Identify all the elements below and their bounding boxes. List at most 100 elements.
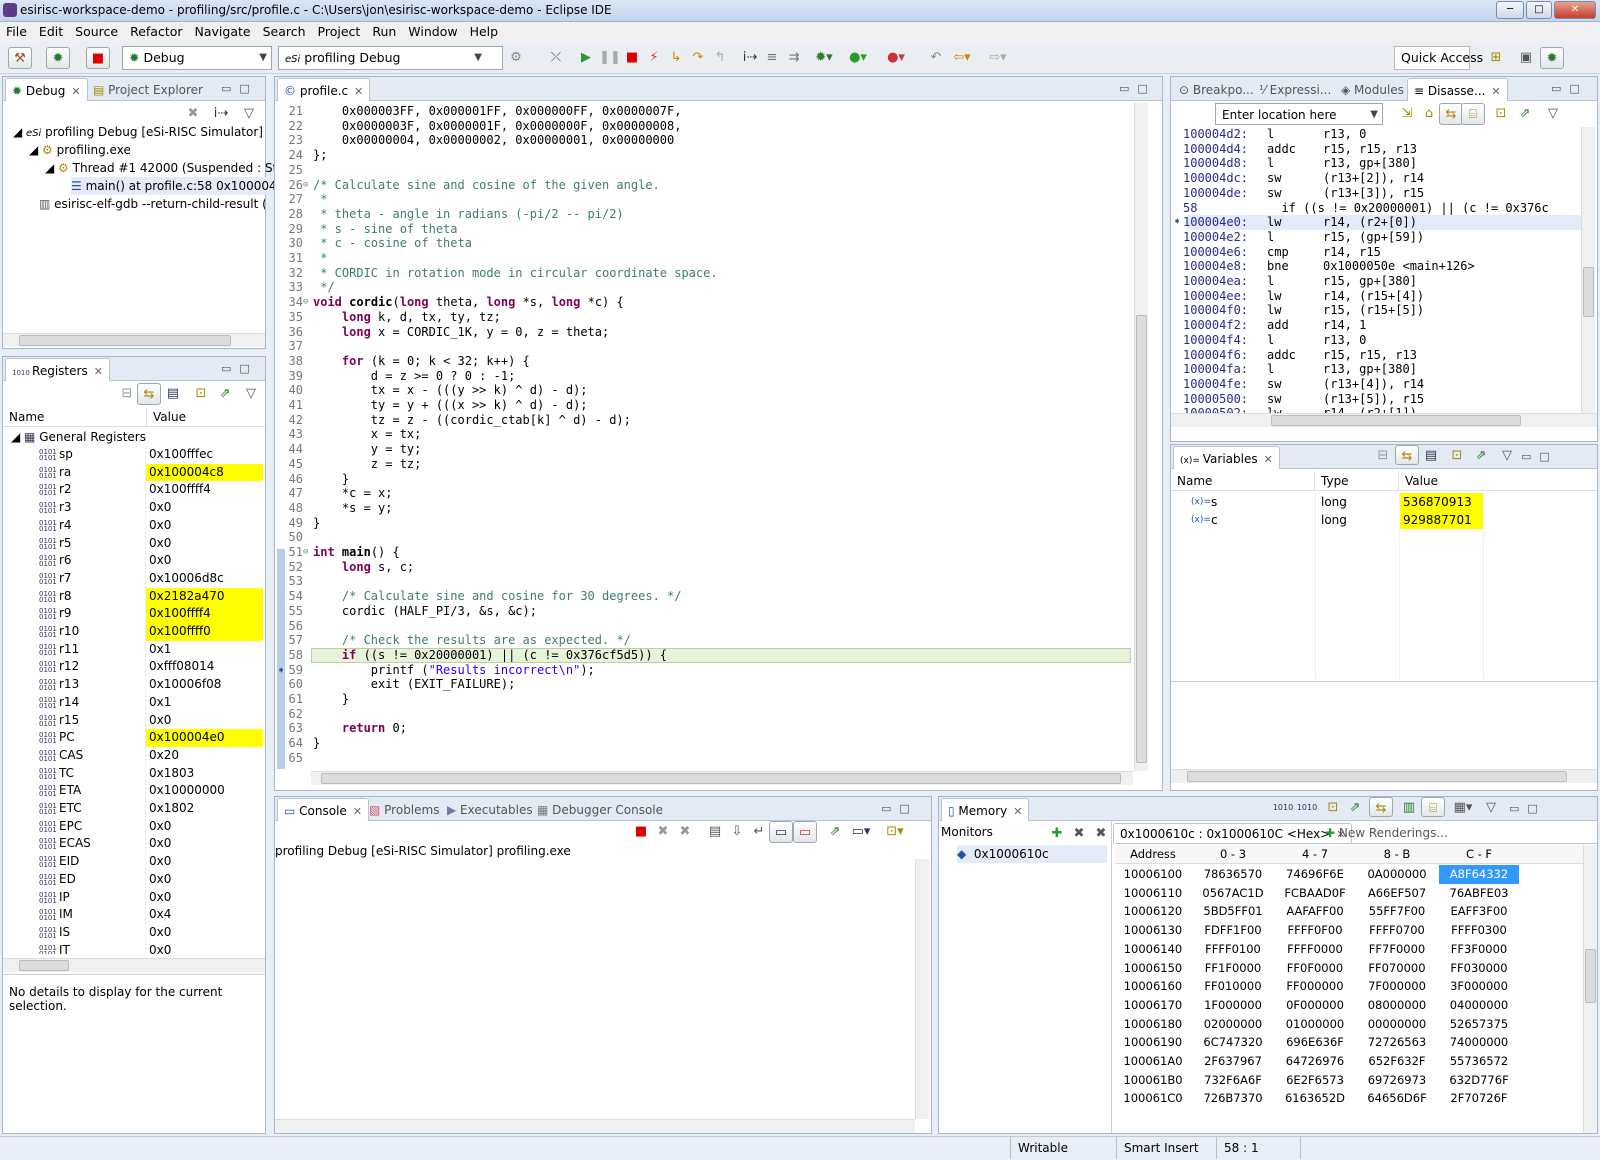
tree-thread[interactable]: ◢ ⚙ Thread #1 42000 (Suspended : Step) [45, 159, 297, 177]
tab-project-explorer[interactable]: ▤ Project Explorer [87, 78, 209, 101]
memory-row[interactable]: 100061A0 2F637967 64726976 652F632F 55736572 [1115, 1052, 1583, 1071]
menu-help[interactable]: Help [464, 22, 505, 39]
close-icon[interactable]: ✕ [94, 365, 103, 378]
close-icon[interactable]: ✕ [71, 85, 80, 98]
memory-cell[interactable]: 6E2F6573 [1275, 1071, 1355, 1090]
register-row[interactable]: 0101 0101 IT 0x0 [3, 941, 263, 954]
tab-memory-rendering[interactable]: 0x1000610c : 0x1000610C <Hex> ✕ [1113, 823, 1353, 843]
register-row[interactable]: 0101 0101 r14 0x1 [3, 693, 263, 712]
code-line[interactable]: 37 [275, 339, 1115, 354]
memory-cell[interactable]: 64726976 [1275, 1052, 1355, 1071]
memory-cell[interactable]: 696E636F [1275, 1033, 1355, 1052]
horizontal-scrollbar[interactable] [311, 771, 1133, 785]
code-line[interactable]: 56 [275, 619, 1115, 634]
forward-icon[interactable]: ⇨▾ [986, 47, 1010, 69]
code-line[interactable]: 33 */ [275, 280, 1115, 295]
skip-breakpoints-icon[interactable]: ⤫ [544, 47, 568, 69]
register-row[interactable]: 0101 0101 r6 0x0 [3, 552, 263, 570]
resume-icon[interactable]: ▶ [574, 47, 598, 69]
tab-variables[interactable]: (x)= Variables ✕ [1173, 446, 1280, 469]
code-line[interactable]: 55 cordic (HALF_PI/3, &s, &c); [275, 604, 1115, 619]
close-icon[interactable]: ✕ [1491, 85, 1500, 98]
pin-icon[interactable]: ⇗ [1469, 445, 1493, 467]
terminate-icon[interactable]: ■ [629, 821, 653, 843]
export-memory-icon[interactable]: 1010 [1295, 797, 1319, 819]
memory-cell[interactable]: 1F000000 [1193, 996, 1273, 1015]
view-menu-icon[interactable]: ▽ [237, 103, 261, 125]
register-row[interactable]: 0101 0101 IP 0x0 [3, 888, 263, 907]
code-line[interactable]: 59 printf ("Results incorrect\n"); [275, 663, 1115, 678]
code-line[interactable]: 51 int main() {⊖ [275, 545, 1115, 560]
memory-cell[interactable]: FFFF0700 [1357, 921, 1437, 940]
code-line[interactable]: 44 y = ty; [275, 442, 1115, 457]
word-wrap-icon[interactable]: ↵ [747, 821, 771, 843]
fold-toggle-icon[interactable]: ⊖ [303, 545, 308, 560]
register-row[interactable]: 0101 0101 EID 0x0 [3, 853, 263, 871]
memory-row[interactable]: 10006130 FDFF1F00 FFFF0F00 FFFF0700 FFFF0300 [1115, 921, 1583, 940]
debug-bug-icon[interactable]: ✹ [46, 47, 70, 69]
tab-modules[interactable]: ◈ Modules [1335, 78, 1410, 101]
tab-problems[interactable]: ▧ Problems [363, 798, 445, 821]
code-line[interactable]: 40 tx = x - (((y >> k) ^ d) - d); [275, 383, 1115, 398]
tree-process[interactable]: ◢ ⚙ profiling.exe [29, 141, 131, 159]
new-group-icon[interactable]: ⊡ [189, 383, 213, 405]
remove-all-terminated-icon[interactable]: ✖ [673, 821, 697, 843]
view-minmax-icons[interactable]: ▭□ [1551, 82, 1588, 95]
memory-cell[interactable]: FF030000 [1439, 959, 1519, 978]
pin-console-icon[interactable]: ⇗ [823, 821, 847, 843]
view-menu-icon[interactable]: ▽ [1541, 103, 1565, 125]
new-view-icon[interactable]: ⊡ [1445, 445, 1469, 467]
pin-icon[interactable]: ⇗ [1513, 103, 1537, 125]
memory-row[interactable]: 10006190 6C747320 696E636F 72726563 74000000 [1115, 1033, 1583, 1052]
memory-cell[interactable]: 6163652D [1275, 1089, 1355, 1108]
memory-cell[interactable]: 2F70726F [1439, 1089, 1519, 1108]
vertical-scrollbar[interactable] [915, 859, 929, 1119]
launch-mode-combo[interactable]: ✹ Debug ▼ [122, 46, 272, 70]
code-line[interactable]: 62 [275, 707, 1115, 722]
tab-breakpoints[interactable]: ⊙ Breakpo... [1173, 78, 1260, 101]
external-tools-icon[interactable]: ●▾ [884, 47, 908, 69]
memory-cell[interactable]: 0F000000 [1275, 996, 1355, 1015]
back-icon[interactable]: ⇦▾ [950, 47, 974, 69]
code-line[interactable]: 28 * theta - angle in radians (-pi/2 -- … [275, 207, 1115, 222]
register-row[interactable]: 0101 0101 sp 0x100fffec [3, 446, 263, 464]
code-line[interactable]: 50 [275, 530, 1115, 545]
code-line[interactable]: 29 * s - sine of theta [275, 222, 1115, 237]
variable-row-s[interactable]: (x)= s long 536870913 [1171, 493, 1597, 511]
register-row[interactable]: 0101 0101 PC 0x100004e0 [3, 729, 263, 747]
show-on-output-icon[interactable]: ▭ [769, 821, 793, 843]
memory-row[interactable]: 10006150 FF1F0000 FF0F0000 FF070000 FF030000 [1115, 959, 1583, 978]
close-window-button[interactable]: ✕ [1554, 1, 1596, 19]
link-with-editor-icon[interactable]: ⇆ [1439, 103, 1463, 125]
columns-icon[interactable]: ▤ [161, 383, 185, 405]
view-menu-icon[interactable]: ▽ [239, 383, 263, 405]
code-line[interactable]: 24}; [275, 148, 1115, 163]
memory-cell[interactable]: 01000000 [1275, 1015, 1355, 1034]
maximize-button[interactable]: □ [1526, 1, 1552, 19]
close-icon[interactable]: ✕ [1013, 805, 1022, 818]
remove-terminated-icon[interactable]: ✖ [181, 103, 205, 125]
step-over-icon[interactable]: ↷ [686, 47, 710, 69]
register-row[interactable]: 0101 0101 r5 0x0 [3, 534, 263, 553]
toggle-split-icon[interactable]: ⇆ [1369, 797, 1393, 817]
view-minmax-icons[interactable]: ▭□ [221, 362, 258, 375]
cc-perspective-icon[interactable]: ▣ [1514, 47, 1538, 69]
layout-toggle-icon[interactable]: ⇆ [1395, 445, 1419, 465]
code-line[interactable]: 25 [275, 163, 1115, 178]
code-line[interactable]: 21 0x000003FF, 0x000001FF, 0x000000FF, 0… [275, 104, 1115, 119]
memory-cell[interactable]: FFFF0300 [1439, 921, 1519, 940]
terminate-launch-icon[interactable]: ■ [86, 47, 110, 69]
memory-row[interactable]: 10006100 78636570 74696F6E 0A000000 A8F64332 [1115, 865, 1583, 884]
code-line[interactable]: 32 * CORDIC in rotation mode in circular… [275, 266, 1115, 281]
view-menu-icon[interactable]: ▽ [1495, 445, 1519, 467]
register-group[interactable]: ◢ ▦ General Registers [11, 428, 263, 446]
layout-menu-icon[interactable]: ▦▾ [1451, 797, 1475, 819]
scroll-lock-icon[interactable]: ⇩ [725, 821, 749, 843]
memory-cell[interactable]: FFFF0100 [1193, 940, 1273, 959]
memory-cell[interactable]: FCBAAD0F [1275, 884, 1355, 903]
tab-debugger-console[interactable]: ▦ Debugger Console [531, 798, 669, 821]
horizontal-scrollbar[interactable] [3, 958, 265, 972]
remove-monitor-icon[interactable]: ✖ [1067, 823, 1091, 845]
register-row[interactable]: 0101 0101 ra 0x100004c8 [3, 463, 263, 482]
horizontal-scrollbar[interactable] [1171, 413, 1597, 427]
